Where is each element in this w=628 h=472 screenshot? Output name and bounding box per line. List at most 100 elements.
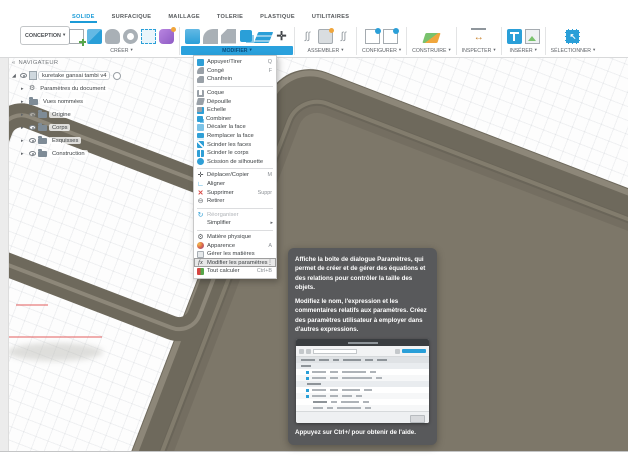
menu-item-appuyer-tirer[interactable]: Appuyer/TirerQ [194, 58, 276, 67]
fusion360-window: « NAVIGATEUR ◢ kuretake gansai tambi v4 … [0, 0, 628, 472]
expand-icon[interactable]: ▸ [21, 86, 27, 92]
browser-row-document[interactable]: ◢ kuretake gansai tambi v4 [8, 69, 140, 82]
appearance-icon [197, 242, 204, 249]
menu-item-modifier-les-parametres[interactable]: fxModifier les paramètres⋮ [194, 258, 276, 267]
draft-icon [196, 98, 205, 105]
menu-item-reorganiser[interactable]: ↻Réorganiser [194, 211, 276, 220]
browser-item-label[interactable]: Origine [49, 111, 74, 118]
visibility-eye-icon[interactable] [29, 151, 36, 156]
group-label-selectionner[interactable]: SÉLECTIONNER▾ [551, 46, 596, 55]
browser-header[interactable]: « NAVIGATEUR [8, 57, 140, 69]
torus-primitive-icon[interactable] [123, 29, 138, 44]
menu-item-matiere-physique[interactable]: ⚙Matière physique [194, 233, 276, 242]
menu-item-supprimer[interactable]: ✕SupprimerSuppr [194, 188, 276, 197]
expand-icon[interactable]: ▸ [21, 112, 27, 118]
menu-item-decaler-la-face[interactable]: Décaler la face [194, 123, 276, 132]
joint-icon[interactable]: ∫∫ [300, 29, 315, 44]
tab-surfacique[interactable]: SURFACIQUE [112, 14, 152, 23]
move-icon[interactable]: ✛ [274, 29, 289, 44]
document-name[interactable]: kuretake gansai tambi v4 [39, 72, 109, 79]
menu-item-apparence[interactable]: ApparenceA [194, 241, 276, 250]
fillet-icon[interactable] [203, 29, 218, 44]
menu-item-chanfrein[interactable]: Chanfrein [194, 75, 276, 84]
menu-item-echelle[interactable]: Echelle [194, 106, 276, 115]
browser-row-corps[interactable]: ▸ Corps [8, 121, 140, 134]
expand-icon[interactable]: ▸ [21, 125, 27, 131]
menu-item-combiner[interactable]: Combiner [194, 115, 276, 124]
construction-plane-icon[interactable] [422, 33, 440, 43]
group-label-construire[interactable]: CONSTRUIRE▾ [412, 46, 451, 55]
visibility-eye-icon[interactable] [29, 112, 36, 117]
browser-item-label[interactable]: Construction [49, 150, 88, 157]
menu-item-simplifier[interactable]: Simplifier▸ [194, 219, 276, 228]
expand-open-icon[interactable]: ◢ [12, 73, 18, 79]
group-label-inspecter[interactable]: INSPECTER▾ [462, 46, 496, 55]
canvas-image-icon[interactable] [525, 29, 540, 44]
group-label-inserer[interactable]: INSÉRER▾ [507, 46, 540, 55]
more-options-icon[interactable]: ⋮ [267, 259, 273, 266]
visibility-eye-icon[interactable] [29, 125, 36, 130]
group-label-assembler[interactable]: ASSEMBLER▾ [300, 46, 351, 55]
expand-icon[interactable]: ▸ [21, 151, 27, 157]
derive-profile-icon[interactable] [141, 29, 156, 44]
press-pull-icon[interactable] [185, 29, 200, 44]
visibility-eye-icon[interactable] [29, 138, 36, 143]
group-label-creer[interactable]: CRÉER▾ [69, 46, 174, 55]
browser-item-label[interactable]: Esquisses [49, 137, 81, 144]
browser-item-label[interactable]: Corps [49, 124, 70, 131]
browser-item-label[interactable]: Paramètres du document [37, 85, 108, 92]
select-icon[interactable]: ↖ [565, 29, 580, 44]
menu-item-conge[interactable]: CongéF [194, 67, 276, 76]
browser-row-vues[interactable]: ▸ Vues nommées [8, 95, 140, 108]
expand-icon[interactable]: ▸ [21, 138, 27, 144]
menu-item-scinder-les-faces[interactable]: Scinder les faces [194, 140, 276, 149]
toolbar-groups: CRÉER▾ ✛ MODIFIER▾ [64, 26, 600, 56]
press-pull-icon [197, 59, 204, 66]
measure-icon[interactable]: ↔ [471, 28, 486, 45]
menu-item-aligner[interactable]: ∟Aligner [194, 180, 276, 189]
silhouette-split-icon [197, 158, 204, 165]
menu-item-retirer[interactable]: ⊖Retirer [194, 197, 276, 206]
scale-icon [197, 107, 204, 114]
tab-utilitaires[interactable]: UTILITAIRES [312, 14, 349, 23]
group-label-modifier[interactable]: MODIFIER▾ [181, 46, 293, 55]
box-primitive-icon[interactable] [87, 29, 102, 44]
create-form-icon[interactable] [159, 29, 174, 44]
menu-item-depouille[interactable]: Dépouille [194, 97, 276, 106]
menu-item-deplacer-copier[interactable]: ✛Déplacer/CopierM [194, 171, 276, 180]
tab-plastique[interactable]: PLASTIQUE [260, 14, 295, 23]
tab-solide[interactable]: SOLIDE [72, 14, 95, 23]
chevron-down-icon: ▾ [448, 48, 450, 53]
chevron-down-icon: ▾ [593, 48, 595, 53]
menu-item-scission-de-silhouette[interactable]: Scission de silhouette [194, 158, 276, 167]
browser-row-esquisses[interactable]: ▸ Esquisses [8, 134, 140, 147]
menu-item-coque[interactable]: Coque [194, 89, 276, 98]
configuration-table-icon[interactable] [383, 29, 398, 44]
menu-item-tout-calculer[interactable]: Tout calculerCtrl+B [194, 267, 276, 276]
menu-item-remplacer-la-face[interactable]: Remplacer la face [194, 132, 276, 141]
menu-item-scinder-le-corps[interactable]: Scinder le corps [194, 149, 276, 158]
browser-row-construction[interactable]: ▸ Construction [8, 147, 140, 160]
tab-maillage[interactable]: MAILLAGE [168, 14, 200, 23]
collapse-icon[interactable]: « [12, 60, 16, 66]
tab-tolerie[interactable]: TOLERIE [217, 14, 243, 23]
create-sketch-icon[interactable] [69, 29, 84, 44]
shell-icon[interactable] [254, 32, 273, 43]
as-built-joint-icon[interactable]: ∫∫ [336, 29, 351, 44]
browser-row-origine[interactable]: ▸ Origine [8, 108, 140, 121]
group-creer: CRÉER▾ [64, 26, 179, 56]
browser-item-label[interactable]: Vues nommées [40, 98, 86, 105]
activate-radio-icon[interactable] [113, 72, 121, 80]
combine-icon[interactable] [240, 30, 252, 42]
menu-item-gerer-les-matieres[interactable]: Gérer les matières [194, 250, 276, 259]
chamfer-icon[interactable] [221, 29, 236, 44]
new-component-icon[interactable] [318, 29, 333, 44]
insert-fastener-icon[interactable] [507, 29, 522, 44]
browser-row-parametres[interactable]: ▸ ⚙ Paramètres du document [8, 82, 140, 95]
visibility-eye-icon[interactable] [20, 73, 27, 78]
group-label-configurer[interactable]: CONFIGURER▾ [362, 46, 401, 55]
conception-dropdown-button[interactable]: CONCEPTION ▾ [20, 26, 70, 45]
configuration-icon[interactable] [365, 29, 380, 44]
cylinder-primitive-icon[interactable] [105, 29, 120, 44]
expand-icon[interactable]: ▸ [21, 99, 27, 105]
